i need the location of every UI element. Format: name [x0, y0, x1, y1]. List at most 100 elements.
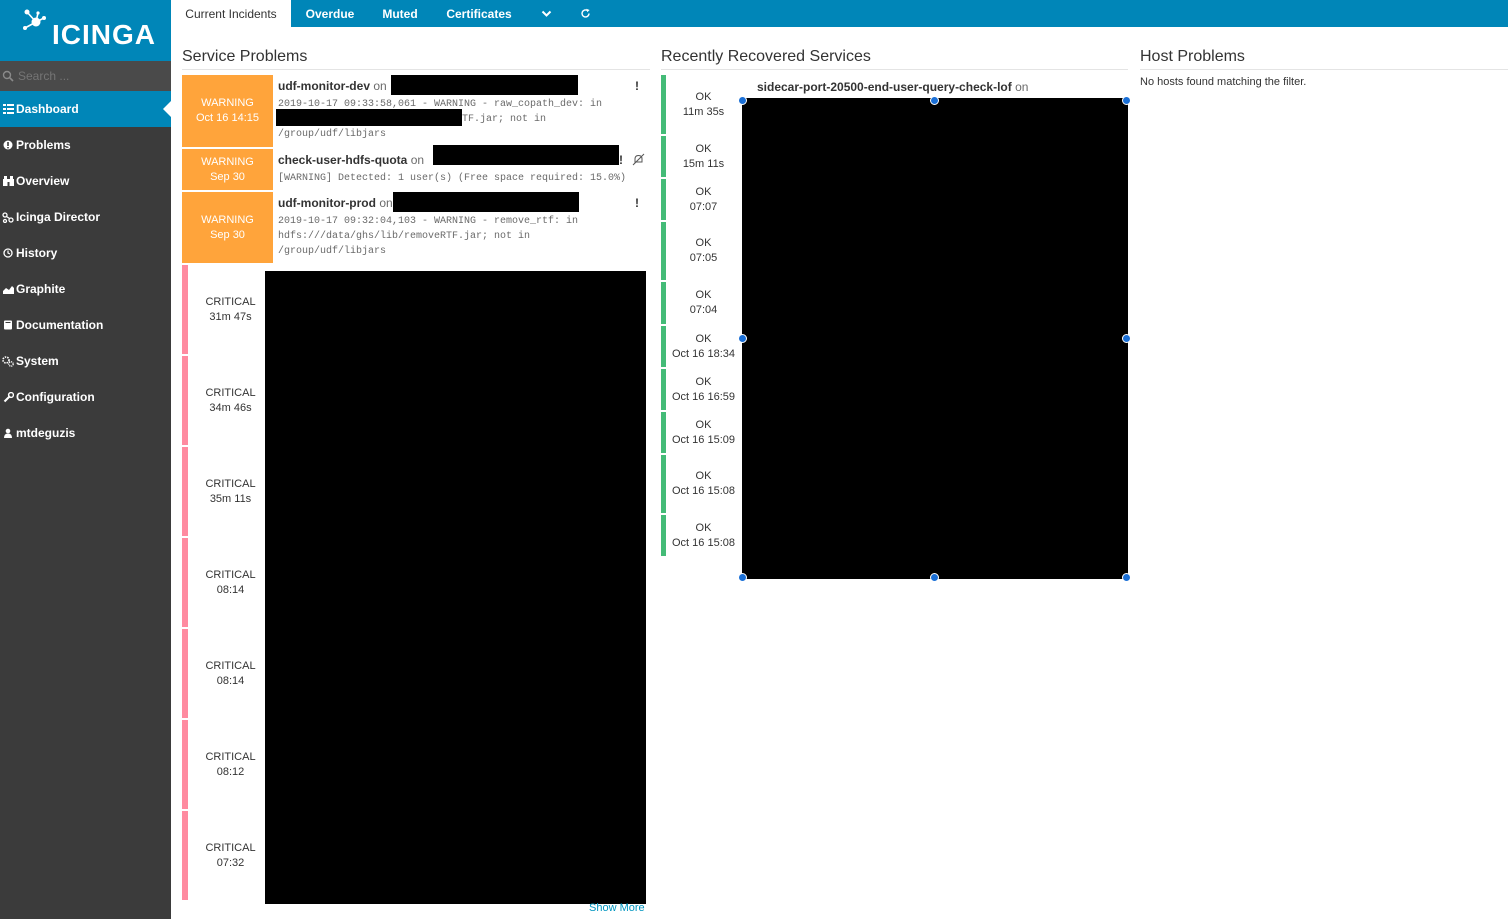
- tab-overdue[interactable]: Overdue: [297, 0, 363, 27]
- plugin-output-line: TF.jar; not in: [462, 114, 547, 125]
- resize-handle[interactable]: [1122, 334, 1131, 343]
- sidebar-item-graphite[interactable]: Graphite: [0, 271, 171, 307]
- state-badge-warning: WARNING Sep 30: [182, 192, 273, 263]
- state-badge-critical: CRITICAL 08:14: [182, 538, 273, 627]
- state-time: Sep 30: [210, 228, 245, 241]
- tab-label: Certificates: [446, 6, 512, 21]
- sidebar-item-label: Dashboard: [16, 102, 79, 116]
- empty-state-text: No hosts found matching the filter.: [1140, 76, 1307, 88]
- divider: [661, 69, 1128, 70]
- state-time: Sep 30: [210, 170, 245, 183]
- logo[interactable]: icinga: [0, 0, 171, 61]
- state-badge-ok[interactable]: OK 07:07: [661, 179, 741, 220]
- search-icon: [2, 70, 14, 82]
- state-badge-ok[interactable]: OK 11m 35s: [661, 75, 741, 134]
- state-badge-ok[interactable]: OK Oct 16 18:34: [661, 326, 741, 367]
- user-icon: [1, 426, 15, 440]
- redacted-output: [276, 109, 462, 126]
- tab-current-incidents[interactable]: Current Incidents: [171, 0, 291, 27]
- sidebar-item-overview[interactable]: Overview: [0, 163, 171, 199]
- plugin-output-line: 2019-10-17 09:32:04,103 - WARNING - remo…: [278, 216, 579, 227]
- state-label: OK: [695, 375, 712, 388]
- sidebar-item-icinga-director[interactable]: Icinga Director: [0, 199, 171, 235]
- table-row[interactable]: WARNING Sep 30 udf-monitor-prod on ! 201…: [182, 192, 648, 264]
- chart-area-icon: [1, 282, 15, 296]
- state-time: 34m 46s: [209, 401, 252, 414]
- redacted-host: [391, 75, 578, 95]
- state-label: CRITICAL: [205, 295, 256, 308]
- resize-handle[interactable]: [738, 96, 747, 105]
- tab-dropdown[interactable]: [533, 0, 559, 27]
- table-row[interactable]: WARNING Sep 30 check-user-hdfs-quota on …: [182, 145, 648, 191]
- state-time: 08:12: [216, 765, 245, 778]
- service-link[interactable]: check-user-hdfs-quota: [278, 153, 407, 167]
- service-name-line: sidecar-port-20500-end-user-query-check-…: [757, 80, 1028, 94]
- resize-handle[interactable]: [738, 334, 747, 343]
- state-badge-ok[interactable]: OK Oct 16 15:08: [661, 455, 741, 513]
- resize-handle[interactable]: [930, 573, 939, 582]
- tab-muted[interactable]: Muted: [371, 0, 429, 27]
- resize-handle[interactable]: [1122, 96, 1131, 105]
- plugin-output-line: /group/udf/libjars: [278, 246, 387, 257]
- state-badge-ok[interactable]: OK Oct 16 15:08: [661, 515, 741, 556]
- sidebar-item-user[interactable]: mtdeguzis: [0, 415, 171, 451]
- state-label: OK: [695, 470, 712, 482]
- sidebar-item-problems[interactable]: Problems: [0, 127, 171, 163]
- table-row[interactable]: WARNING Oct 16 14:15 udf-monitor-dev on …: [182, 75, 648, 148]
- service-link[interactable]: sidecar-port-20500-end-user-query-check-…: [757, 80, 1012, 94]
- service-name-line: check-user-hdfs-quota on: [278, 153, 424, 167]
- tab-label: Current Incidents: [185, 6, 277, 21]
- state-label: OK: [695, 90, 712, 103]
- host-problems-title: Host Problems: [1140, 48, 1245, 65]
- service-link[interactable]: udf-monitor-prod: [278, 196, 376, 210]
- redacted-critical-details: [265, 271, 646, 904]
- tab-refresh[interactable]: [571, 0, 599, 27]
- sidebar-item-documentation[interactable]: Documentation: [0, 307, 171, 343]
- state-badge-ok[interactable]: OK 07:05: [661, 222, 741, 280]
- sidebar-item-history[interactable]: History: [0, 235, 171, 271]
- state-time: 07:32: [216, 856, 245, 869]
- search-input[interactable]: [18, 69, 158, 83]
- sidebar-nav: Dashboard Problems Overview Icinga Direc…: [0, 91, 171, 451]
- state-time: 08:14: [216, 674, 245, 687]
- state-time: Oct 16 15:08: [672, 485, 735, 497]
- sidebar-item-label: Documentation: [16, 318, 104, 332]
- state-label: WARNING: [201, 213, 254, 226]
- resize-handle[interactable]: [1122, 573, 1131, 582]
- on-label: on: [379, 196, 393, 210]
- show-more-link[interactable]: Show More: [589, 902, 645, 914]
- state-badge-critical: CRITICAL 08:12: [182, 720, 273, 809]
- sidebar-item-system[interactable]: System: [0, 343, 171, 379]
- sidebar-item-configuration[interactable]: Configuration: [0, 379, 171, 415]
- tab-label: Overdue: [305, 6, 355, 21]
- resize-handle[interactable]: [930, 96, 939, 105]
- state-badge-critical: CRITICAL 34m 46s: [182, 356, 273, 445]
- state-time: 15m 11s: [682, 157, 725, 170]
- plugin-output-line: /group/udf/libjars: [278, 129, 387, 140]
- sidebar-item-label: Icinga Director: [16, 210, 101, 224]
- state-badge-ok[interactable]: OK Oct 16 15:09: [661, 412, 741, 453]
- search-box[interactable]: [0, 61, 171, 91]
- sidebar-item-label: Graphite: [16, 282, 66, 296]
- state-badge-ok[interactable]: OK Oct 16 16:59: [661, 369, 741, 410]
- state-label: OK: [695, 332, 712, 345]
- state-time: 07:07: [689, 200, 718, 213]
- sidebar-item-dashboard[interactable]: Dashboard: [0, 91, 171, 127]
- resize-handle[interactable]: [738, 573, 747, 582]
- state-time: 07:05: [689, 252, 718, 264]
- redacted-host: [393, 192, 579, 212]
- state-time: Oct 16 16:59: [672, 390, 735, 403]
- sidebar-item-label: System: [16, 354, 59, 368]
- tab-label: Muted: [382, 6, 418, 21]
- state-badge-warning: WARNING Oct 16 14:15: [182, 75, 273, 147]
- state-badge-ok[interactable]: OK 07:04: [661, 282, 741, 324]
- notifications-disabled-icon: [632, 153, 645, 166]
- plugin-output-line: hdfs:///data/ghs/lib/removeRTF.jar; not …: [278, 231, 531, 242]
- service-link[interactable]: udf-monitor-dev: [278, 79, 370, 93]
- state-badge-ok[interactable]: OK 15m 11s: [661, 136, 741, 177]
- refresh-icon: [580, 8, 590, 18]
- state-label: CRITICAL: [205, 841, 256, 854]
- state-time: Oct 16 14:15: [196, 112, 259, 124]
- state-label: OK: [695, 418, 712, 431]
- tab-certificates[interactable]: Certificates: [436, 0, 522, 27]
